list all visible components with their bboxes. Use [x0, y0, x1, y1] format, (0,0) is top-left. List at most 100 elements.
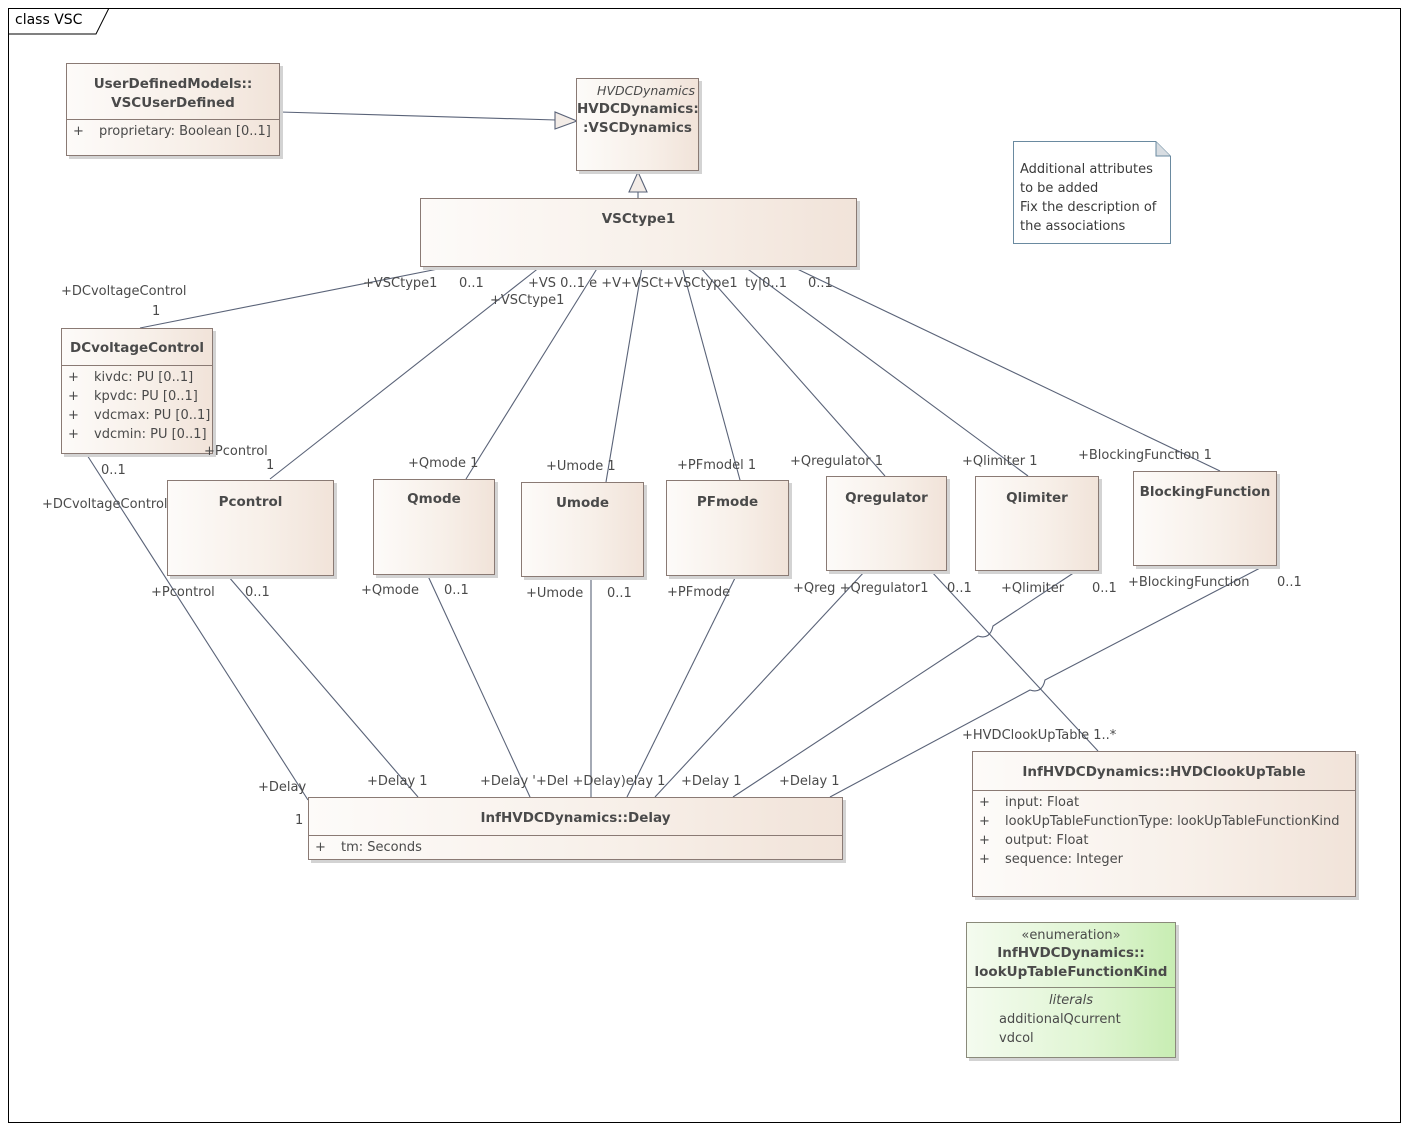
- multiplicity-label: 1: [266, 458, 275, 473]
- literals-section: literals additionalQcurrent vdcol: [967, 987, 1175, 1048]
- attribute-row[interactable]: + kpvdc: PU [0..1]: [68, 387, 206, 406]
- multiplicity-label: 0..1: [101, 463, 126, 478]
- class-name: Umode: [555, 495, 610, 511]
- role-label: +BlockingFunction: [1128, 575, 1250, 590]
- attribute-row[interactable]: + tm: Seconds: [315, 839, 836, 857]
- attribute-row[interactable]: + vdcmin: PU [0..1]: [68, 425, 207, 444]
- overlapping-labels: +Qreg +Qregulator1: [793, 581, 929, 596]
- attributes-section: + input: Float + lookUpTableFunctionType: …: [973, 790, 1355, 873]
- role-label: +Pcontrol: [151, 585, 215, 600]
- visibility-marker: +: [68, 408, 79, 423]
- enum-lookuptablefunctionkind[interactable]: «enumeration» InfHVDCDynamics:: lookUpTa…: [966, 922, 1176, 1058]
- attribute-row[interactable]: + proprietary: Boolean [0..1]: [73, 122, 273, 141]
- class-name: InfHVDCDynamics::Delay: [480, 810, 671, 826]
- multiplicity-label: 0..1: [947, 581, 972, 596]
- role-label: +Qregulator 1: [790, 454, 884, 469]
- attribute-row[interactable]: + output: Float: [979, 831, 1349, 850]
- role-label: +PFmodel 1: [677, 458, 757, 473]
- note-folded-corner-icon: [1155, 141, 1171, 157]
- class-hvdclookuptable[interactable]: InfHVDCDynamics::HVDClookUpTable + input:…: [972, 751, 1356, 897]
- attribute-text: proprietary: Boolean [0..1]: [99, 124, 271, 139]
- role-label: +DCvoltageControl: [61, 284, 187, 299]
- attribute-text: kivdc: PU [0..1]: [94, 370, 194, 385]
- literal-row[interactable]: vdcol: [999, 1029, 1175, 1048]
- class-name: Qlimiter: [1006, 490, 1068, 506]
- assoc-vsctype1-blockingfunction[interactable]: [792, 266, 1221, 472]
- note-line: to be added: [1020, 181, 1099, 196]
- role-label: +VSCtype1: [490, 293, 565, 308]
- attributes-section: + kivdc: PU [0..1] + kpvdc: PU [0..1] + vdc…: [62, 365, 212, 448]
- role-label: +DCvoltageControl: [42, 497, 168, 512]
- multiplicity-label: 0..1: [1277, 575, 1302, 590]
- attributes-section: + proprietary: Boolean [0..1]: [67, 119, 279, 145]
- class-name-line1: UserDefinedModels::: [93, 76, 253, 92]
- attribute-text: sequence: Integer: [1005, 852, 1123, 867]
- role-label: +Umode: [526, 586, 584, 601]
- class-name: Qmode: [407, 491, 461, 507]
- assoc-vsctype1-umode[interactable]: [605, 266, 643, 483]
- visibility-marker: +: [979, 814, 990, 829]
- class-name: InfHVDCDynamics:: lookUpTableFunctionKin…: [967, 944, 1175, 987]
- class-name: BlockingFunction: [1139, 484, 1271, 500]
- assoc-vsctype1-qlimiter[interactable]: [744, 266, 1029, 477]
- attribute-text: lookUpTableFunctionType: lookUpTableFunc…: [1005, 814, 1340, 829]
- role-label: +Delay 1: [367, 774, 428, 789]
- class-name: HVDCDynamics: :VSCDynamics: [577, 98, 699, 138]
- class-qmode[interactable]: Qmode: [373, 479, 495, 575]
- class-pfmode[interactable]: PFmode: [666, 480, 789, 576]
- class-vsctype1[interactable]: VSCtype1: [420, 198, 857, 267]
- class-delay[interactable]: InfHVDCDynamics::Delay + tm: Seconds: [308, 797, 843, 860]
- visibility-marker: +: [73, 124, 84, 139]
- assoc-qregulator-delay[interactable]: [654, 570, 866, 798]
- class-qlimiter[interactable]: Qlimiter: [975, 476, 1099, 571]
- role-label: +Qlimiter 1: [962, 454, 1038, 469]
- generalization-userdefined[interactable]: [279, 111, 557, 121]
- role-label: +Umode 1: [546, 459, 616, 474]
- class-name: UserDefinedModels:: VSCUserDefined: [67, 64, 279, 113]
- attribute-text: input: Float: [1005, 795, 1080, 810]
- role-label: +Delay 1: [681, 774, 742, 789]
- multiplicity-label: 0..1: [1092, 581, 1117, 596]
- attribute-row[interactable]: + input: Float: [979, 793, 1349, 812]
- class-vscuserdefined[interactable]: UserDefinedModels:: VSCUserDefined + prop…: [66, 63, 280, 156]
- literals-heading: literals: [1048, 993, 1093, 1008]
- attribute-text: kpvdc: PU [0..1]: [94, 389, 198, 404]
- class-umode[interactable]: Umode: [521, 482, 644, 577]
- class-dcvoltagecontrol[interactable]: DCvoltageControl + kivdc: PU [0..1] + kpvd…: [61, 328, 213, 454]
- role-label: +HVDClookUpTable 1..*: [962, 728, 1117, 743]
- assoc-pcontrol-delay[interactable]: [227, 575, 419, 798]
- role-label: +Delay 1: [779, 774, 840, 789]
- class-vscdynamics[interactable]: HVDCDynamics HVDCDynamics: :VSCDynamics: [576, 78, 699, 171]
- class-stereotype: HVDCDynamics: [597, 83, 695, 98]
- class-name-line2: VSCUserDefined: [111, 95, 235, 111]
- attribute-text: vdcmin: PU [0..1]: [94, 427, 207, 442]
- assoc-pfmode-delay[interactable]: [626, 575, 737, 798]
- class-pcontrol[interactable]: Pcontrol: [167, 480, 334, 576]
- note-line: Fix the description of: [1020, 200, 1157, 215]
- role-label: +BlockingFunction 1: [1078, 448, 1212, 463]
- role-label: +Qmode 1: [408, 456, 479, 471]
- multiplicity-label: 0..1: [808, 276, 833, 291]
- assoc-qmode-delay[interactable]: [427, 575, 531, 798]
- class-name: InfHVDCDynamics::HVDClookUpTable: [1022, 764, 1306, 780]
- assoc-vsctype1-pfmode[interactable]: [681, 266, 741, 481]
- class-name-line2: :VSCDynamics: [583, 120, 692, 136]
- overlapping-labels: ty|0..1: [745, 276, 787, 291]
- role-label: +Qmode: [361, 583, 419, 598]
- visibility-marker: +: [68, 370, 79, 385]
- attribute-text: vdcmax: PU [0..1]: [94, 408, 211, 423]
- attribute-row[interactable]: + kivdc: PU [0..1]: [68, 368, 206, 387]
- enum-stereotype: «enumeration»: [1021, 928, 1121, 943]
- note-line: Additional attributes: [1020, 162, 1153, 177]
- attribute-row[interactable]: + sequence: Integer: [979, 850, 1349, 869]
- class-name: VSCtype1: [601, 211, 676, 227]
- attribute-row[interactable]: + lookUpTableFunctionType: lookUpTableFun…: [979, 812, 1349, 831]
- overlapping-labels: +VS 0..1 e +V+VSCt+VSCtype1: [528, 276, 738, 291]
- note-comment[interactable]: Additional attributes to be added Fix th…: [1013, 141, 1171, 244]
- class-qregulator[interactable]: Qregulator: [826, 476, 947, 571]
- assoc-vsctype1-qregulator[interactable]: [699, 266, 886, 477]
- assoc-qregulator-lookuptable[interactable]: [930, 570, 1099, 752]
- class-blockingfunction[interactable]: BlockingFunction: [1133, 471, 1277, 566]
- literal-row[interactable]: additionalQcurrent: [999, 1010, 1175, 1029]
- attribute-row[interactable]: + vdcmax: PU [0..1]: [68, 406, 210, 425]
